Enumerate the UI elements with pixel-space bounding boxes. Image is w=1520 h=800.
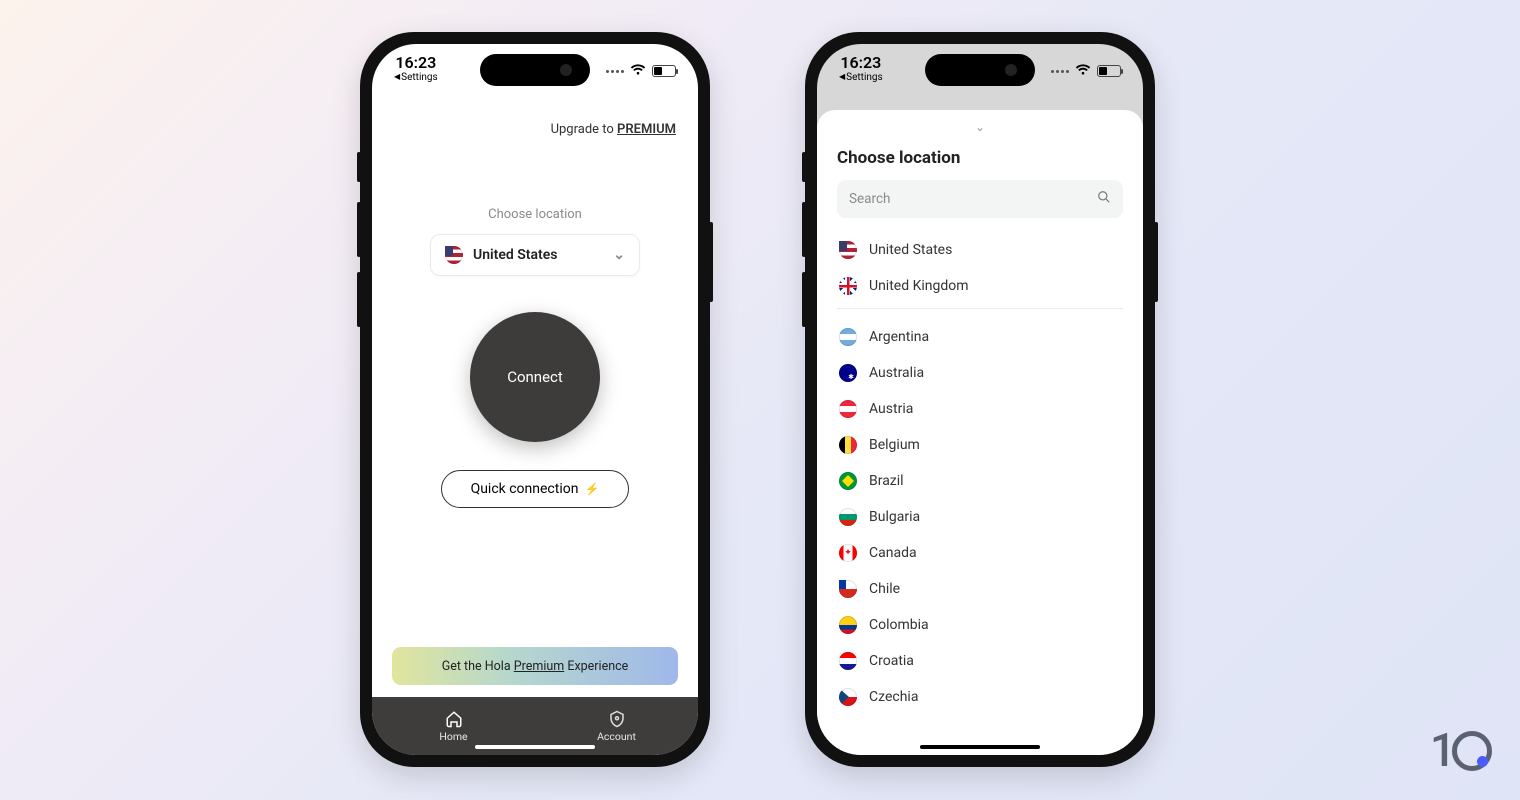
premium-banner[interactable]: Get the Hola Premium Experience — [392, 647, 678, 685]
flag-uk-icon — [839, 277, 857, 295]
country-row-bg[interactable]: Bulgaria — [837, 499, 1123, 535]
device-notch — [480, 54, 590, 86]
watermark-logo: 1 — [1430, 724, 1492, 778]
account-icon — [608, 710, 626, 728]
flag-at-icon — [839, 400, 857, 418]
lightning-icon: ⚡ — [584, 482, 599, 496]
country-name: Chile — [869, 581, 900, 597]
search-input[interactable]: Search — [837, 180, 1123, 218]
status-time: 16:23 — [394, 54, 438, 72]
flag-us-icon — [445, 246, 463, 264]
search-icon — [1097, 190, 1111, 208]
country-name: Argentina — [869, 329, 929, 345]
flag-au-icon — [839, 364, 857, 382]
battery-icon — [652, 65, 676, 77]
upgrade-premium-link[interactable]: Upgrade to PREMIUM — [372, 122, 698, 137]
flag-br-icon — [839, 472, 857, 490]
country-name: United States — [869, 242, 952, 258]
choose-location-label: Choose location — [372, 207, 698, 222]
country-row-co[interactable]: Colombia — [837, 607, 1123, 643]
flag-ar-icon — [839, 328, 857, 346]
status-back-to-settings[interactable]: Settings — [839, 72, 883, 83]
sheet-title: Choose location — [837, 148, 1123, 168]
country-name: Australia — [869, 365, 924, 381]
country-name: Croatia — [869, 653, 914, 669]
country-name: Czechia — [869, 689, 918, 705]
home-icon — [445, 710, 463, 728]
wifi-icon — [630, 62, 646, 80]
cellular-signal-icon — [1051, 70, 1069, 73]
battery-icon — [1097, 65, 1121, 77]
country-row-cz[interactable]: Czechia — [837, 679, 1123, 715]
flag-cl-icon — [839, 580, 857, 598]
flag-ca-icon — [839, 544, 857, 562]
home-indicator[interactable] — [475, 745, 595, 750]
country-row-be[interactable]: Belgium — [837, 427, 1123, 463]
wifi-icon — [1075, 62, 1091, 80]
country-row-cl[interactable]: Chile — [837, 571, 1123, 607]
country-row-at[interactable]: Austria — [837, 391, 1123, 427]
country-row-ca[interactable]: Canada — [837, 535, 1123, 571]
country-row-us[interactable]: United States — [837, 232, 1123, 268]
home-indicator[interactable] — [920, 745, 1040, 750]
flag-us-icon — [839, 241, 857, 259]
country-name: Austria — [869, 401, 913, 417]
quick-connection-button[interactable]: Quick connection ⚡ — [441, 470, 629, 508]
list-divider — [837, 308, 1123, 309]
flag-co-icon — [839, 616, 857, 634]
location-selector[interactable]: United States ⌄ — [430, 234, 640, 276]
flag-be-icon — [839, 436, 857, 454]
country-name: Canada — [869, 545, 917, 561]
phone-location-sheet: 16:23 Settings ⌄ Choose location Search … — [805, 32, 1155, 767]
search-placeholder: Search — [849, 191, 890, 207]
country-name: Colombia — [869, 617, 929, 633]
flag-bg-icon — [839, 508, 857, 526]
status-time: 16:23 — [839, 54, 883, 72]
country-name: United Kingdom — [869, 278, 969, 294]
country-row-uk[interactable]: United Kingdom — [837, 268, 1123, 304]
status-back-to-settings[interactable]: Settings — [394, 72, 438, 83]
flag-hr-icon — [839, 652, 857, 670]
country-list[interactable]: United States United Kingdom Argentina Aust… — [837, 232, 1123, 755]
country-row-hr[interactable]: Croatia — [837, 643, 1123, 679]
country-row-au[interactable]: Australia — [837, 355, 1123, 391]
phone-home-screen: 16:23 Settings Upgrade to PREMIUM Choose… — [360, 32, 710, 767]
country-row-ar[interactable]: Argentina — [837, 319, 1123, 355]
country-name: Bulgaria — [869, 509, 920, 525]
country-row-br[interactable]: Brazil — [837, 463, 1123, 499]
country-name: Brazil — [869, 473, 904, 489]
cellular-signal-icon — [606, 70, 624, 73]
location-sheet: ⌄ Choose location Search United StatesUn… — [817, 110, 1143, 755]
connect-button[interactable]: Connect — [470, 312, 600, 442]
selected-country-name: United States — [473, 247, 557, 263]
flag-cz-icon — [839, 688, 857, 706]
country-name: Belgium — [869, 437, 920, 453]
device-notch — [925, 54, 1035, 86]
chevron-down-icon: ⌄ — [613, 247, 625, 263]
sheet-collapse-handle[interactable]: ⌄ — [837, 120, 1123, 134]
